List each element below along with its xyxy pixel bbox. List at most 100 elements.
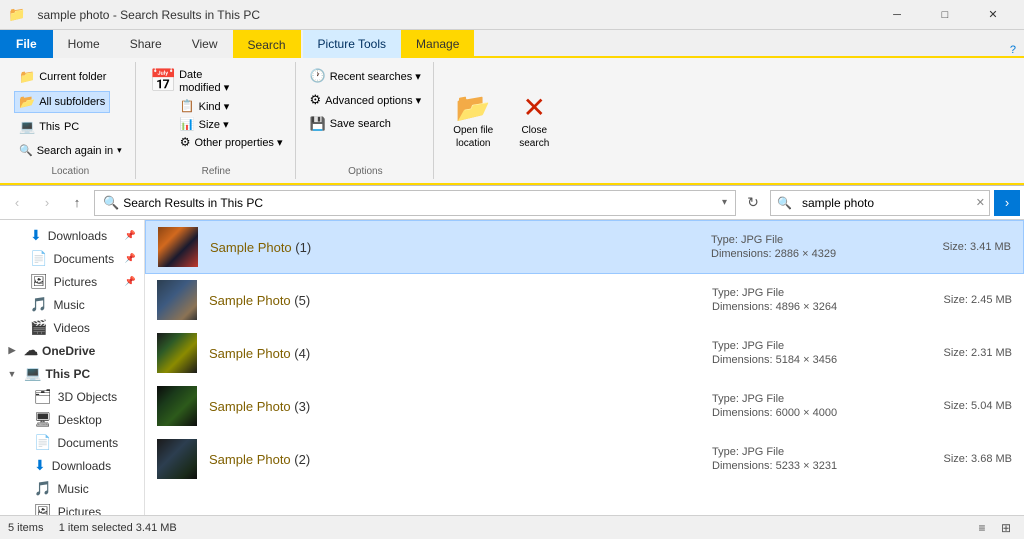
file-size-1: Size: 3.41 MB [911, 241, 1011, 253]
all-subfolders-button[interactable]: 📂 All subfolders [14, 91, 110, 113]
close-search-label: Closesearch [519, 124, 549, 150]
this-location-label: This [39, 121, 60, 133]
3dobjects-icon: 🗂 [34, 388, 52, 405]
file-name-1: Sample Photo (1) [210, 240, 711, 255]
help-button[interactable]: ? [1002, 44, 1024, 58]
search-again-button[interactable]: 🔍 Search again in ▾ [14, 141, 127, 160]
ribbon-content: 📁 Current folder 📂 All subfolders 💻 This… [0, 58, 1024, 185]
current-folder-button[interactable]: 📁 Current folder [14, 66, 111, 88]
onedrive-icon: ☁ [24, 342, 38, 359]
back-button[interactable]: ‹ [4, 190, 30, 216]
tab-share[interactable]: Share [115, 30, 177, 58]
file-item-1[interactable]: Sample Photo (1) Type: JPG File Dimensio… [145, 220, 1024, 274]
file-tab[interactable]: File [0, 30, 53, 58]
address-input[interactable]: 🔍 Search Results in This PC ▾ [94, 190, 736, 216]
file-thumb-5 [157, 439, 197, 479]
search-go-button[interactable]: › [994, 190, 1020, 216]
sidebar-item-pictures-quick[interactable]: 🖼 Pictures 📌 [0, 270, 144, 293]
advanced-options-button[interactable]: ⚙ Advanced options ▾ [306, 90, 426, 110]
ribbon-group-actions: 📂 Open filelocation ✕ Closesearch [436, 62, 566, 179]
thispc-label: This PC [45, 367, 90, 381]
sidebar-item-pictures[interactable]: 🖼 Pictures [0, 500, 144, 515]
recent-searches-button[interactable]: 🕐 Recent searches ▾ [306, 66, 425, 86]
folder-icon: 📁 [19, 69, 35, 85]
file-item-4[interactable]: Sample Photo (3) Type: JPG File Dimensio… [145, 380, 1024, 433]
tab-view[interactable]: View [177, 30, 233, 58]
close-button[interactable]: ✕ [970, 0, 1016, 30]
file-type-4: Type: JPG File [712, 393, 912, 405]
maximize-button[interactable]: □ [922, 0, 968, 30]
file-item-3[interactable]: Sample Photo (4) Type: JPG File Dimensio… [145, 327, 1024, 380]
other-props-label: Other properties ▾ [194, 136, 282, 149]
sidebar-item-3dobjects[interactable]: 🗂 3D Objects [0, 385, 144, 408]
documents2-icon: 📄 [34, 434, 51, 451]
sidebar-section-thispc[interactable]: ▼ 💻 This PC [0, 362, 144, 385]
kind-button[interactable]: 📋 Kind ▾ [176, 98, 287, 114]
desktop-icon: 🖥 [34, 411, 52, 428]
file-item-2[interactable]: Sample Photo (5) Type: JPG File Dimensio… [145, 274, 1024, 327]
tab-home[interactable]: Home [53, 30, 115, 58]
save-search-button[interactable]: 💾 Save search [306, 114, 395, 134]
thispc-expand[interactable]: ▼ [4, 366, 20, 382]
search-box: 🔍 ✕ [770, 190, 990, 216]
sidebar-item-documents[interactable]: 📄 Documents [0, 431, 144, 454]
file-item-5[interactable]: Sample Photo (2) Type: JPG File Dimensio… [145, 433, 1024, 486]
sidebar-music2-label: Music [57, 482, 88, 496]
onedrive-expand[interactable]: ▶ [4, 343, 20, 359]
sidebar-section-onedrive[interactable]: ▶ ☁ OneDrive [0, 339, 144, 362]
sidebar-item-desktop[interactable]: 🖥 Desktop [0, 408, 144, 431]
file-type-3: Type: JPG File [712, 340, 912, 352]
status-left: 5 items 1 item selected 3.41 MB [8, 522, 177, 534]
date-modified-button[interactable]: 📅 Datemodified ▾ [146, 66, 234, 96]
tab-picture-tools[interactable]: Picture Tools [303, 30, 401, 58]
sidebar-item-downloads-quick[interactable]: ⬇ Downloads 📌 [0, 224, 144, 247]
tab-manage[interactable]: Manage [401, 30, 474, 58]
pictures-icon: 🖼 [30, 273, 48, 290]
kind-label: Kind ▾ [199, 100, 230, 113]
view-details-button[interactable]: ≡ [972, 518, 992, 538]
search-again-chevron: ▾ [117, 145, 122, 156]
action-buttons: 📂 Open filelocation ✕ Closesearch [444, 62, 558, 179]
sidebar-item-documents-quick[interactable]: 📄 Documents 📌 [0, 247, 144, 270]
up-button[interactable]: ↑ [64, 190, 90, 216]
onedrive-label: OneDrive [42, 344, 95, 358]
thispc-sidebar-icon: 💻 [24, 365, 41, 382]
file-dimensions-5: Dimensions: 5233 × 3231 [712, 460, 912, 472]
main-area: ⬇ Downloads 📌 📄 Documents 📌 🖼 Pictures 📌… [0, 220, 1024, 515]
sidebar-item-music-quick[interactable]: 🎵 Music [0, 293, 144, 316]
open-file-location-button[interactable]: 📂 Open filelocation [444, 86, 502, 155]
other-props-icon: ⚙ [180, 135, 191, 149]
file-size-2: Size: 2.45 MB [912, 294, 1012, 306]
size-label: Size ▾ [199, 118, 229, 131]
search-clear-button[interactable]: ✕ [972, 196, 989, 209]
sidebar-pictures-label: Pictures [54, 275, 97, 289]
this-pc-location-button[interactable]: 💻 This PC [14, 116, 84, 138]
file-type-2: Type: JPG File [712, 287, 912, 299]
ribbon-tab-row: File Home Share View Search Picture Tool… [0, 30, 1024, 58]
sidebar-item-music[interactable]: 🎵 Music [0, 477, 144, 500]
file-type-5: Type: JPG File [712, 446, 912, 458]
refresh-button[interactable]: ↻ [740, 190, 766, 216]
view-large-button[interactable]: ⊞ [996, 518, 1016, 538]
sidebar-item-videos-quick[interactable]: 🎬 Videos [0, 316, 144, 339]
item-count: 5 items [8, 522, 43, 534]
search-input[interactable] [798, 191, 972, 215]
close-search-button[interactable]: ✕ Closesearch [510, 86, 558, 155]
tab-search[interactable]: Search [233, 30, 301, 58]
minimize-button[interactable]: ─ [874, 0, 920, 30]
other-props-button[interactable]: ⚙ Other properties ▾ [176, 134, 287, 150]
location-buttons: 📁 Current folder 📂 All subfolders 💻 This… [14, 62, 127, 164]
music2-icon: 🎵 [34, 480, 51, 497]
recent-searches-label: Recent searches ▾ [330, 70, 421, 83]
size-button[interactable]: 📊 Size ▾ [176, 116, 287, 132]
sidebar-music-label: Music [53, 298, 84, 312]
file-dimensions-1: Dimensions: 2886 × 4329 [711, 248, 911, 260]
sidebar-item-downloads[interactable]: ⬇ Downloads [0, 454, 144, 477]
downloads2-icon: ⬇ [34, 457, 46, 474]
ribbon-group-location: 📁 Current folder 📂 All subfolders 💻 This… [6, 62, 136, 179]
file-name-highlight-4: Sample Photo [209, 399, 291, 414]
pin-icon-3: 📌 [125, 276, 136, 287]
file-type-1: Type: JPG File [711, 234, 911, 246]
forward-button[interactable]: › [34, 190, 60, 216]
refine-buttons: 📅 Datemodified ▾ 📋 Kind ▾ 📊 Size ▾ ⚙ Oth… [146, 62, 287, 164]
